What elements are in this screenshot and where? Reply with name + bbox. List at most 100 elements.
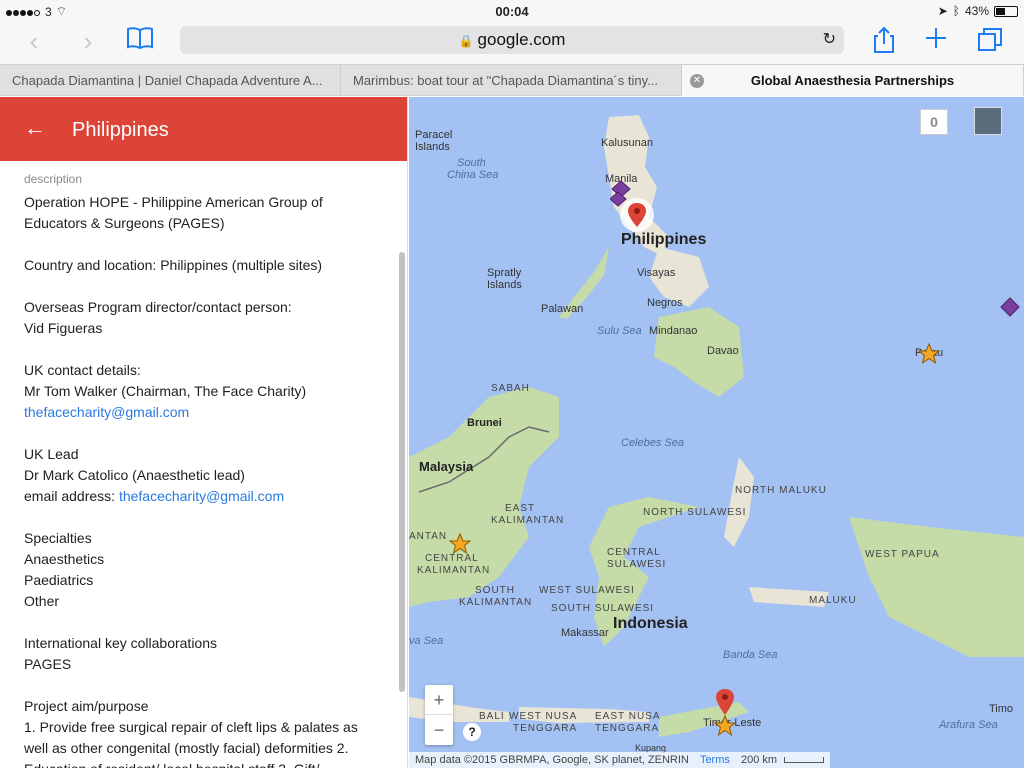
- text-line: Paediatrics: [24, 572, 94, 588]
- map-attribution: Map data ©2015 GBRMPA, Google, SK planet…: [409, 752, 831, 768]
- label-central-s1: CENTRAL: [607, 547, 661, 558]
- text-line: Other: [24, 593, 60, 609]
- panel-title: Philippines: [72, 119, 169, 141]
- label-philippines: Philippines: [621, 231, 707, 248]
- label-makassar: Makassar: [561, 627, 609, 639]
- label-west-nusa-1: WEST NUSA: [509, 711, 578, 722]
- label-sabah: SABAH: [491, 383, 530, 394]
- close-tab-icon[interactable]: ✕: [690, 74, 704, 88]
- email-link[interactable]: thefacecharity@gmail.com: [24, 404, 189, 420]
- star-marker-timor[interactable]: [714, 715, 736, 737]
- panel-scrollbar[interactable]: [399, 252, 405, 692]
- status-bar: 3 ⌔ 00:04 ➤ ᛒ 43%: [0, 0, 1024, 22]
- label-paracel: Paracel: [415, 129, 453, 141]
- battery-percent: 43%: [964, 4, 989, 18]
- label-spratly-islands: Islands: [487, 279, 522, 291]
- collaborations: International key collaborations PAGES: [24, 633, 383, 675]
- text-line: Educators & Surgeons (PAGES): [24, 215, 225, 231]
- label-timo: Timo: [989, 703, 1014, 715]
- tab-chapada[interactable]: Chapada Diamantina | Daniel Chapada Adve…: [0, 65, 341, 96]
- label-china-sea: China Sea: [447, 169, 499, 181]
- label-south-sulawesi: SOUTH SULAWESI: [551, 603, 655, 614]
- label-bali: BALI: [479, 711, 505, 722]
- avatar[interactable]: [974, 107, 1002, 135]
- label-west-sulawesi: WEST SULAWESI: [539, 585, 635, 596]
- location-icon: ➤: [937, 4, 948, 18]
- label-east-kalimantan-2: KALIMANTAN: [491, 515, 565, 526]
- label-celebes-sea: Celebes Sea: [621, 437, 684, 449]
- label-palawan: Palawan: [541, 303, 584, 315]
- lock-icon: 🔒: [458, 34, 474, 48]
- tab-marimbus[interactable]: Marimbus: boat tour at "Chapada Diamanti…: [341, 65, 682, 96]
- back-arrow-icon[interactable]: ←: [24, 115, 46, 141]
- label-arafura-sea: Arafura Sea: [939, 719, 998, 731]
- label-brunei: Brunei: [467, 417, 502, 429]
- label-south: South: [457, 157, 486, 169]
- text-line: Anaesthetics: [24, 551, 105, 567]
- text-line: well as other congenital (mostly facial)…: [24, 740, 349, 756]
- tab-global-anaesthesia[interactable]: Global Anaesthesia Partnerships: [682, 65, 1024, 96]
- label-mindanao: Mindanao: [649, 325, 698, 337]
- lead-email-link[interactable]: thefacecharity@gmail.com: [119, 488, 284, 504]
- project-name: Operation HOPE - Philippine American Gro…: [24, 192, 383, 234]
- text-line: Overseas Program director/contact person…: [24, 299, 292, 315]
- text-line: Dr Mark Catolico (Anaesthetic lead): [24, 467, 245, 483]
- label-south-k2: KALIMANTAN: [459, 597, 533, 608]
- label-visayas: Visayas: [637, 267, 676, 279]
- text-line: Mr Tom Walker (Chairman, The Face Charit…: [24, 383, 307, 399]
- battery-icon: [994, 5, 1018, 17]
- marker-counter[interactable]: 0: [920, 109, 948, 135]
- panel-header: ← Philippines: [0, 97, 407, 161]
- scale-label: 200 km: [740, 754, 778, 766]
- text-line: Operation HOPE - Philippine American Gro…: [24, 194, 323, 210]
- tabs-overview-icon[interactable]: [974, 26, 1006, 58]
- label-spratly: Spratly: [487, 267, 522, 279]
- star-marker-kalimantan[interactable]: [449, 533, 471, 555]
- text-line: Specialties: [24, 530, 92, 546]
- label-east-nusa-1: EAST NUSA: [595, 711, 661, 722]
- program-director: Overseas Program director/contact person…: [24, 297, 383, 339]
- panel-body: description Operation HOPE - Philippine …: [0, 161, 407, 768]
- diamond-marker-east[interactable]: [1000, 297, 1020, 317]
- share-icon[interactable]: [868, 26, 900, 58]
- status-right: ➤ ᛒ 43%: [938, 4, 1018, 18]
- project-aim: Project aim/purpose 1. Provide free surg…: [24, 696, 383, 768]
- text-line: UK Lead: [24, 446, 79, 462]
- terms-link[interactable]: Terms: [700, 754, 730, 766]
- text-line: PAGES: [24, 656, 72, 672]
- map-canvas: [409, 115, 1024, 737]
- help-icon[interactable]: ?: [463, 723, 481, 741]
- label-west-papua: WEST PAPUA: [865, 549, 940, 560]
- bookmarks-icon[interactable]: [124, 26, 156, 58]
- label-maluku: MALUKU: [809, 595, 857, 606]
- bluetooth-icon: ᛒ: [952, 4, 960, 18]
- label-south-k1: SOUTH: [475, 585, 515, 596]
- map-view[interactable]: Paracel Islands South China Sea Kalusuna…: [409, 97, 1024, 768]
- text-line: email address:: [24, 488, 119, 504]
- zoom-out-button[interactable]: −: [425, 715, 453, 745]
- back-button[interactable]: ‹: [20, 28, 48, 56]
- star-marker-palau[interactable]: [918, 343, 940, 365]
- address-bar[interactable]: 🔒 google.com ↻: [180, 26, 844, 54]
- label-antan: ANTAN: [409, 531, 448, 542]
- label-malaysia: Malaysia: [419, 459, 474, 474]
- details-panel: ← Philippines description Operation HOPE…: [0, 97, 408, 768]
- uk-lead: UK Lead Dr Mark Catolico (Anaesthetic le…: [24, 444, 383, 507]
- scale-bar: [784, 757, 825, 763]
- label-indonesia: Indonesia: [613, 615, 688, 632]
- specialties: Specialties Anaesthetics Paediatrics Oth…: [24, 528, 383, 612]
- battery-fill: [996, 7, 1005, 15]
- forward-button[interactable]: ›: [74, 28, 102, 56]
- land-new-guinea: [849, 517, 1024, 657]
- text-line: 1. Provide free surgical repair of cleft…: [24, 719, 358, 735]
- diamond-marker-manila[interactable]: [610, 179, 632, 209]
- new-tab-icon[interactable]: [920, 26, 952, 58]
- text-line: UK contact details:: [24, 362, 141, 378]
- land-halmahera: [724, 457, 754, 547]
- zoom-in-button[interactable]: +: [425, 685, 453, 715]
- zoom-control: + −: [425, 685, 453, 745]
- country-location: Country and location: Philippines (multi…: [24, 255, 383, 276]
- label-north-maluku: NORTH MALUKU: [735, 485, 827, 496]
- reload-icon[interactable]: ↻: [823, 29, 836, 49]
- attribution-text: Map data ©2015 GBRMPA, Google, SK planet…: [415, 754, 689, 766]
